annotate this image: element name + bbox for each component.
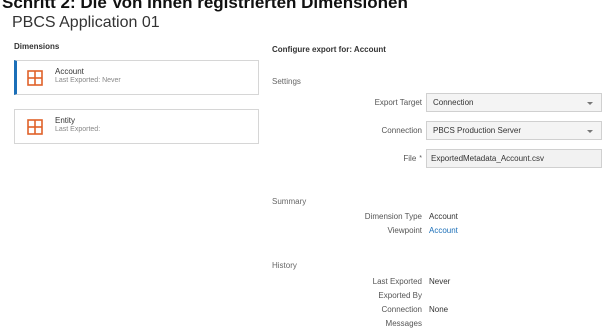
dimension-type-label: Dimension Type (364, 212, 422, 221)
page-heading: Schritt 2: Die Von Ihnen registrierten D… (2, 0, 408, 12)
viewpoint-label: Viewpoint (387, 226, 422, 235)
app-title: PBCS Application 01 (12, 14, 160, 31)
export-target-value: Connection (433, 98, 474, 107)
connection-value: PBCS Production Server (433, 126, 522, 135)
configure-export-title: Configure export for: Account (272, 45, 386, 54)
file-label-text: File (403, 154, 417, 163)
dimension-last-exported: Last Exported: Never (55, 77, 121, 84)
viewpoint-link[interactable]: Account (429, 225, 458, 236)
dimensions-label: Dimensions (14, 42, 60, 51)
dimension-type-value: Account (429, 212, 458, 221)
dimension-name: Account (55, 67, 84, 76)
file-name-input[interactable]: ExportedMetadata_Account.csv (426, 149, 602, 168)
export-target-select[interactable]: Connection (426, 93, 602, 112)
chevron-down-icon (587, 102, 593, 105)
last-exported-label: Last Exported (372, 277, 422, 286)
history-connection-label: Connection (381, 305, 422, 314)
chevron-down-icon (587, 130, 593, 133)
configure-export-panel: Configure export for: Account Settings E… (272, 34, 602, 335)
dimension-last-exported: Last Exported: (55, 126, 101, 133)
exported-by-label: Exported By (378, 291, 422, 300)
dimension-grid-icon (27, 119, 43, 135)
dimension-item-entity[interactable]: Entity Last Exported: (14, 109, 259, 144)
dimension-item-account[interactable]: Account Last Exported: Never (14, 60, 259, 95)
messages-label: Messages (385, 319, 422, 328)
settings-section-title: Settings (272, 77, 301, 86)
file-label: File * (272, 153, 422, 164)
dimensions-panel: Dimensions Account Last Exported: Never … (0, 34, 262, 335)
dimension-grid-icon (27, 70, 43, 86)
connection-select[interactable]: PBCS Production Server (426, 121, 602, 140)
history-section-title: History (272, 261, 297, 270)
history-connection-value: None (429, 305, 449, 314)
connection-label: Connection (381, 126, 422, 135)
required-marker: * (419, 155, 422, 162)
dimension-name: Entity (55, 116, 76, 125)
summary-section-title: Summary (272, 197, 307, 206)
last-exported-value: Never (429, 277, 451, 286)
file-name-value: ExportedMetadata_Account.csv (431, 154, 544, 163)
export-target-label: Export Target (374, 98, 422, 107)
